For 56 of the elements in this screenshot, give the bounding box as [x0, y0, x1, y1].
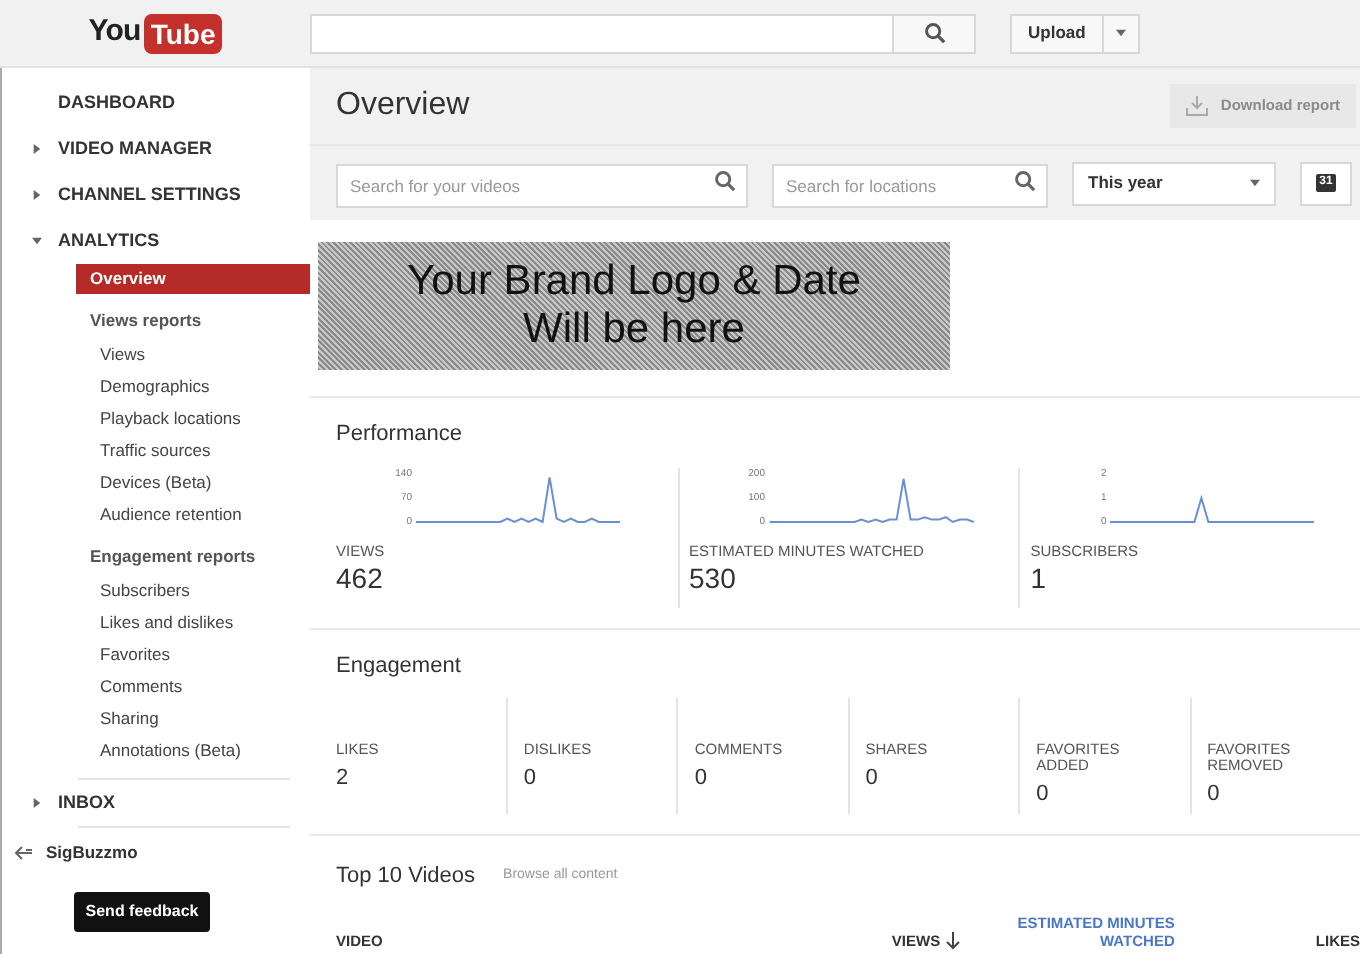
- caret-icon: [31, 798, 41, 808]
- channel-name[interactable]: SigBuzzmo: [46, 839, 138, 865]
- metric-value: 2: [336, 764, 351, 794]
- metric-value: 530: [689, 561, 738, 594]
- sidebar-item[interactable]: Comments: [76, 670, 310, 702]
- caret-icon: [1115, 28, 1126, 38]
- download-icon: [1186, 96, 1209, 116]
- sidebar-item[interactable]: Favorites: [76, 638, 310, 670]
- sidebar-item[interactable]: Playback locations: [76, 402, 310, 434]
- upload-button[interactable]: Upload: [1010, 13, 1104, 53]
- sidebar-item[interactable]: Overview: [76, 264, 310, 294]
- metric-value: 0: [1207, 780, 1222, 810]
- section-title: Top 10 Videos: [336, 862, 476, 892]
- search-button[interactable]: [894, 13, 976, 53]
- sidebar-item[interactable]: Sharing: [76, 702, 310, 734]
- sidebar-item[interactable]: Devices (Beta): [76, 466, 310, 498]
- sidebar-item[interactable]: Demographics: [76, 370, 310, 402]
- metric-value: 0: [694, 764, 709, 794]
- caret-icon: [31, 144, 41, 154]
- location-search-field[interactable]: Search for locations: [772, 163, 1048, 207]
- caret-icon: [31, 190, 41, 200]
- sidebar-section[interactable]: CHANNEL SETTINGS: [58, 181, 241, 209]
- metric-value: 0: [865, 764, 880, 794]
- sidebar-item[interactable]: Views: [76, 338, 310, 370]
- caret-icon: [31, 236, 41, 246]
- banner-text: Your Brand Logo & Date: [407, 258, 861, 306]
- metric-value: 1: [1030, 561, 1049, 594]
- upload-menu-button[interactable]: [1103, 13, 1140, 53]
- sidebar-section[interactable]: INBOX: [58, 789, 116, 817]
- sidebar-item[interactable]: Annotations (Beta): [76, 734, 310, 766]
- search-icon: [923, 22, 945, 44]
- period-dropdown[interactable]: This year: [1072, 161, 1276, 205]
- page-title: Overview: [336, 86, 470, 126]
- sort-arrow-icon: [946, 931, 961, 950]
- sidebar-section[interactable]: VIDEO MANAGER: [58, 135, 213, 163]
- search-icon: [1014, 169, 1036, 191]
- sidebar-item[interactable]: Audience retention: [76, 498, 310, 530]
- metric-value: 0: [1036, 780, 1051, 810]
- search-field[interactable]: [310, 13, 894, 53]
- sidebar-section[interactable]: DASHBOARD: [58, 89, 175, 117]
- metric-value: 462: [336, 561, 385, 594]
- sidebar-section[interactable]: ANALYTICS: [58, 227, 160, 255]
- metric-value: 0: [523, 764, 539, 794]
- sidebar-heading: Engagement reports: [88, 543, 258, 570]
- search-icon: [714, 169, 736, 191]
- banner-text: Will be here: [523, 306, 745, 354]
- back-arrow-icon: [14, 845, 34, 859]
- section-title: Engagement: [336, 651, 463, 681]
- sidebar-heading: Views reports: [88, 307, 204, 334]
- send-feedback-button[interactable]: Send feedback: [74, 892, 210, 932]
- sidebar-item[interactable]: Traffic sources: [76, 434, 310, 466]
- section-title: Performance: [336, 420, 464, 450]
- caret-icon: [1250, 178, 1260, 188]
- sidebar-item[interactable]: Subscribers: [76, 574, 310, 606]
- sidebar-item[interactable]: Likes and dislikes: [76, 606, 310, 638]
- video-search-field[interactable]: Search for your videos: [336, 163, 748, 207]
